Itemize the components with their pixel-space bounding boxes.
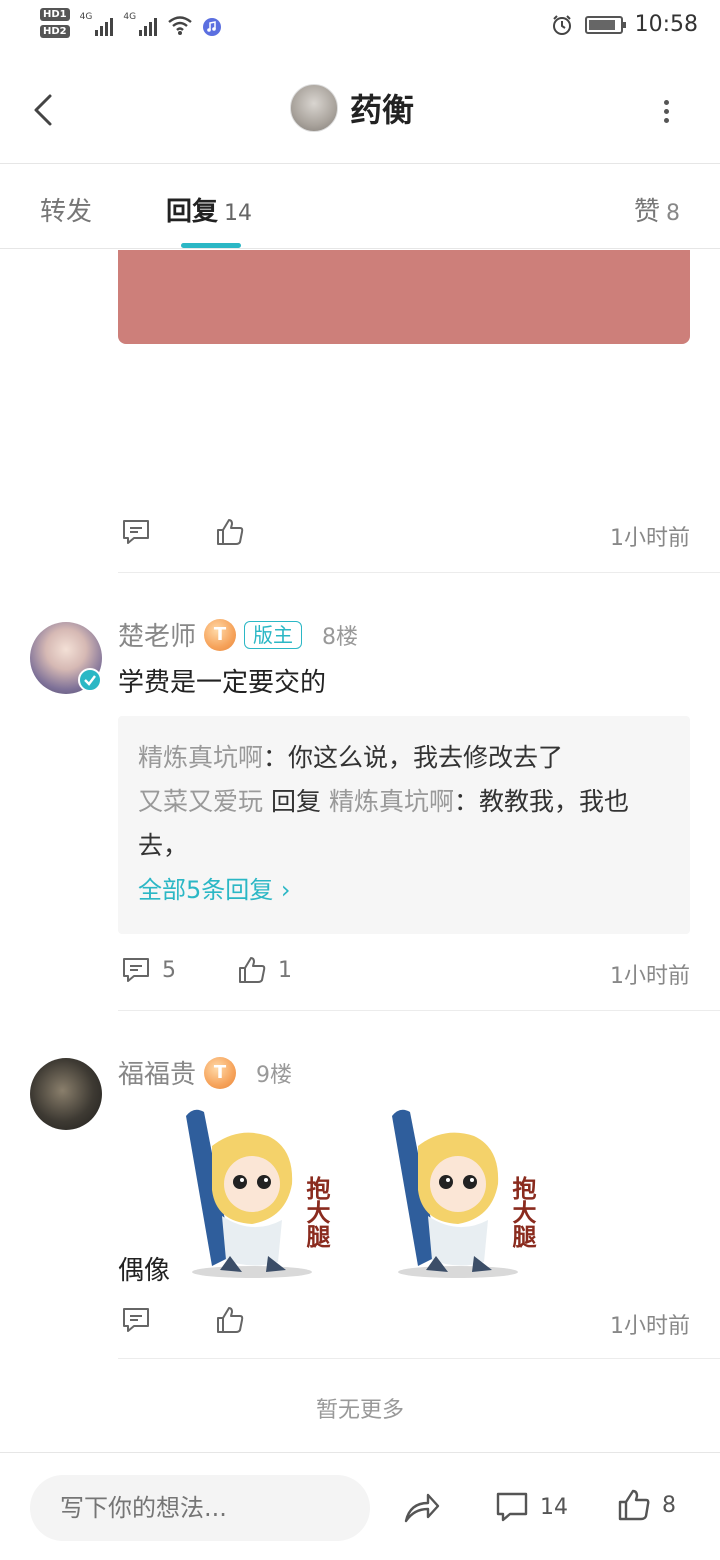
tab-like-count: 8 <box>666 201 680 226</box>
bottom-like-count: 8 <box>662 1492 676 1518</box>
page-title: 药衡 <box>350 91 415 129</box>
no-more-label: 暂无更多 <box>315 1398 404 1423</box>
verified-icon <box>78 668 102 692</box>
network-type-2: 4G <box>123 12 137 22</box>
battery-icon <box>584 15 626 34</box>
bottom-action-bar: 14 8 <box>0 1452 720 1560</box>
back-icon[interactable] <box>26 88 66 132</box>
comment-header: 福福贵 T 9楼 <box>118 1054 292 1091</box>
share-icon[interactable] <box>402 1489 442 1525</box>
divider <box>118 572 720 573</box>
tab-reply-count: 14 <box>224 201 253 226</box>
comment-icon <box>123 1308 149 1332</box>
comment-action-row: 1小时前 <box>118 1304 690 1344</box>
reply-verb: 回复 <box>270 787 321 816</box>
comment-text[interactable]: 学费是一定要交的 <box>118 662 326 699</box>
commenter-avatar[interactable] <box>30 1058 102 1130</box>
like-button[interactable] <box>214 1304 246 1336</box>
reply-separator: ： <box>263 743 289 772</box>
alarm-icon <box>552 14 571 35</box>
signal-icon-2: 4G <box>123 12 158 36</box>
comment-button[interactable]: 5 <box>120 954 176 986</box>
like-count: 1 <box>278 957 292 983</box>
thumbs-up-icon <box>217 519 244 545</box>
moderator-badge: 版主 <box>244 620 303 649</box>
sticker-image[interactable]: 抱大腿 <box>182 1106 354 1282</box>
top-nav-bar: 药衡 <box>0 56 720 164</box>
floor-number: 9楼 <box>256 1062 293 1088</box>
level-badge-icon: T <box>204 618 237 651</box>
commenter-name[interactable]: 楚老师 <box>118 616 196 653</box>
reply-separator: ： <box>453 787 479 816</box>
reply-author[interactable]: 精炼真坑啊 <box>138 743 263 772</box>
tab-forward[interactable]: 转发 <box>40 191 92 228</box>
reply-author[interactable]: 又菜又爱玩 <box>138 787 263 816</box>
level-badge-icon: T <box>204 1056 237 1089</box>
active-tab-indicator <box>181 243 241 248</box>
status-bar: HD1 HD2 4G 4G 10:58 <box>0 0 720 56</box>
comment-header: 楚老师 T 版主 8楼 <box>118 616 358 653</box>
bottom-comment-button[interactable]: 14 <box>494 1489 568 1525</box>
thumbs-up-icon <box>239 957 266 983</box>
tab-bar: 转发 回复 14 赞8 <box>0 165 720 249</box>
view-all-replies-link[interactable]: 全部5条回复 › <box>138 870 670 905</box>
tab-like[interactable]: 赞8 <box>634 191 680 228</box>
music-app-icon <box>203 18 222 36</box>
reply-text: 你这么说，我去修改去了 <box>288 743 564 772</box>
thumbs-up-icon <box>217 1307 244 1333</box>
like-button[interactable]: 1 <box>236 954 292 986</box>
signal-icon-1: 4G <box>80 12 114 36</box>
like-button[interactable] <box>214 516 246 548</box>
wifi-icon <box>168 16 192 35</box>
comment-text[interactable]: 偶像 <box>118 1250 170 1287</box>
thumbs-up-icon <box>618 1489 650 1521</box>
hd-indicator: HD1 HD2 <box>40 8 70 38</box>
post-action-row: 1小时前 <box>118 516 690 556</box>
clock: 10:58 <box>634 12 698 37</box>
tab-like-label: 赞 <box>633 197 660 227</box>
comment-timestamp: 1小时前 <box>610 1314 690 1339</box>
reply-target[interactable]: 精炼真坑啊 <box>329 787 454 816</box>
bottom-like-button[interactable]: 8 <box>616 1487 676 1523</box>
reply-item[interactable]: 精炼真坑啊：你这么说，我去修改去了 <box>138 736 670 780</box>
sticker-text: 抱大腿 <box>508 1175 536 1249</box>
network-type-1: 4G <box>79 12 93 22</box>
bottom-comment-count: 14 <box>540 1494 568 1520</box>
hd1-label: HD1 <box>40 8 70 21</box>
comment-button[interactable] <box>120 1304 152 1336</box>
comment-timestamp: 1小时前 <box>610 964 690 989</box>
reply-item[interactable]: 又菜又爱玩 回复 精炼真坑啊：教教我，我也去， <box>138 780 670 868</box>
hd2-label: HD2 <box>40 25 70 38</box>
comment-icon <box>123 958 149 982</box>
divider <box>118 1358 720 1359</box>
battery-level <box>588 19 615 30</box>
tab-reply[interactable]: 回复 14 <box>166 191 252 228</box>
sticker-text: 抱大腿 <box>302 1175 330 1249</box>
tab-reply-label: 回复 <box>166 197 219 227</box>
comment-input[interactable] <box>30 1475 370 1541</box>
comment-icon <box>123 520 149 544</box>
comment-icon <box>496 1492 528 1522</box>
commenter-name[interactable]: 福福贵 <box>118 1054 196 1091</box>
comment-action-row: 5 1 1小时前 <box>118 954 690 994</box>
comment-button[interactable] <box>120 516 152 548</box>
post-image[interactable] <box>118 250 690 344</box>
author-avatar[interactable] <box>290 84 338 132</box>
sticker-image[interactable]: 抱大腿 <box>388 1106 560 1282</box>
page-title-group[interactable]: 药衡 <box>290 84 414 132</box>
post-timestamp: 1小时前 <box>610 526 690 551</box>
floor-number: 8楼 <box>322 624 359 650</box>
tab-forward-label: 转发 <box>40 197 93 227</box>
more-options-icon[interactable] <box>656 96 676 128</box>
comment-count: 5 <box>162 957 176 983</box>
divider <box>118 1010 720 1011</box>
reply-preview-box[interactable]: 精炼真坑啊：你这么说，我去修改去了 又菜又爱玩 回复 精炼真坑啊：教教我，我也去… <box>118 716 690 934</box>
